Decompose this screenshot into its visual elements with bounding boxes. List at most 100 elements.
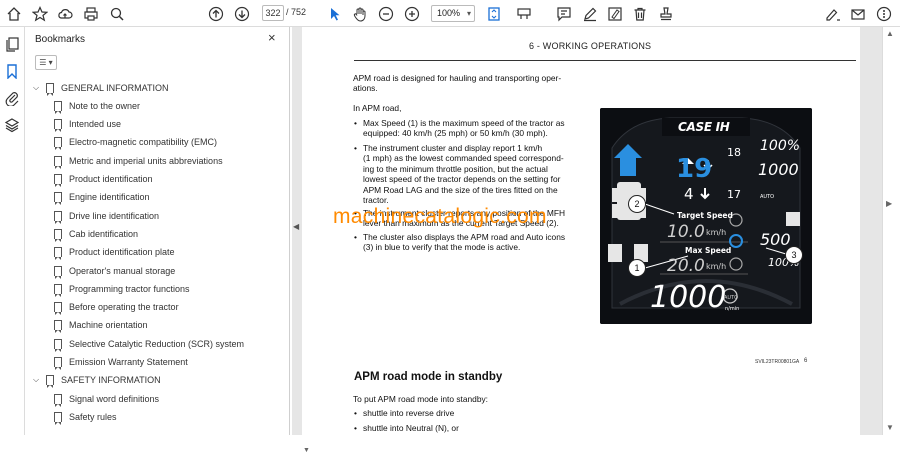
bookmark-flag-icon (54, 357, 62, 370)
bookmark-flag-icon (54, 228, 62, 242)
bookmark-flag-icon (46, 82, 54, 96)
layers-icon[interactable] (4, 117, 20, 133)
paragraph-line: tractor. (363, 195, 389, 205)
bookmark-item[interactable]: Product identification (54, 171, 153, 188)
bookmark-options-button[interactable]: ☰ ▾ (35, 55, 57, 70)
page-down-icon[interactable] (234, 4, 250, 23)
attachment-icon[interactable] (4, 90, 20, 107)
bookmark-label: Product identification plate (69, 247, 175, 258)
zoom-out-icon[interactable] (378, 4, 394, 23)
target-speed-label: Target Speed (677, 211, 733, 220)
page-fit-icon[interactable] (486, 4, 502, 23)
comment-icon[interactable] (556, 4, 572, 23)
scroll-down-arrow-icon[interactable]: ▼ (886, 423, 894, 432)
bookmark-flag-icon (54, 393, 62, 407)
toolbar: 322 / 752 100% (0, 0, 900, 27)
expand-panel-icon[interactable]: ▶ (886, 199, 892, 208)
highlight-icon[interactable] (607, 4, 623, 23)
bookmark-flag-icon (54, 174, 62, 187)
bookmark-flag-icon (54, 265, 62, 279)
bookmark-label: Safety rules (69, 411, 117, 422)
paragraph-line: lowest speed of the tractor depends on t… (363, 174, 561, 185)
bookmark-flag-icon (54, 137, 62, 151)
hand-tool-icon[interactable] (352, 4, 368, 23)
bookmark-flag-icon (54, 155, 62, 169)
page-header: 6 - WORKING OPERATIONS (529, 41, 652, 51)
bookmark-item[interactable]: ⌵ GENERAL INFORMATION (33, 79, 169, 96)
right-gear-top: 18 (727, 146, 741, 159)
bookmark-item[interactable]: Signal word definitions (54, 390, 159, 407)
gear-display-large: 19 (676, 154, 713, 184)
bookmark-item[interactable]: Emission Warranty Statement (54, 354, 188, 371)
gear-display-small: 4 (684, 185, 694, 203)
star-icon[interactable] (32, 4, 48, 23)
paragraph-line: equipped: 40 km/h (25 mph) or 50 km/h (3… (363, 128, 548, 139)
bookmark-label: Metric and imperial units abbreviations (69, 155, 223, 166)
chevron-down-icon[interactable]: ⌵ (33, 375, 43, 385)
bullet-line: shuttle into Neutral (N), or (354, 423, 459, 434)
more-options-icon[interactable] (876, 4, 892, 23)
bookmark-label: Intended use (69, 119, 122, 130)
bookmark-item[interactable]: Operator's manual storage (54, 262, 175, 279)
bullet-line: Max Speed (1) is the maximum speed of th… (354, 118, 565, 129)
print-icon[interactable] (83, 4, 99, 23)
keyboard-icon[interactable] (516, 4, 532, 23)
bookmark-flag-icon (54, 100, 62, 114)
zoom-select[interactable]: 100% (431, 5, 475, 22)
bookmark-item[interactable]: Product identification plate (54, 244, 175, 261)
bookmark-item[interactable]: Engine identification (54, 189, 150, 206)
chevron-down-icon[interactable]: ⌵ (33, 83, 43, 93)
paragraph-line: APM Road LAG and the size of the tires f… (363, 184, 558, 195)
pto-rpm-mid: 500 (760, 230, 791, 249)
bookmark-item[interactable]: Selective Catalytic Reduction (SCR) syst… (54, 335, 244, 352)
right-scrollbar[interactable]: ▲ ▶ ▼ (882, 27, 900, 435)
zoom-in-icon[interactable] (404, 4, 420, 23)
target-speed-unit: km/h (706, 228, 727, 237)
figure-number: 6 (804, 358, 808, 364)
email-icon[interactable] (850, 4, 866, 23)
bookmark-flag-icon (46, 375, 54, 389)
paragraph-line: In APM road, (353, 103, 402, 113)
bookmark-item[interactable]: Intended use (54, 116, 121, 133)
bookmark-label: Drive line identification (69, 210, 160, 221)
target-speed-value: 10.0 (667, 222, 705, 242)
bookmark-item[interactable]: Drive line identification (54, 207, 159, 224)
bookmark-item[interactable]: Programming tractor functions (54, 280, 190, 297)
bookmark-flag-icon (54, 320, 62, 334)
pen-icon[interactable] (582, 4, 598, 23)
scroll-up-arrow-icon[interactable]: ▲ (886, 29, 894, 38)
page-thumbnails-icon[interactable] (4, 36, 20, 52)
cloud-upload-icon[interactable] (57, 4, 73, 23)
zoom-search-icon[interactable] (109, 4, 125, 23)
bookmark-label: SAFETY INFORMATION (61, 375, 161, 386)
bookmark-item[interactable]: Machine orientation (54, 317, 148, 334)
bookmark-item[interactable]: ⌵ SAFETY INFORMATION (33, 372, 161, 389)
pto-percent-top: 100% (760, 138, 801, 154)
pto-rpm-top: 1000 (758, 160, 799, 179)
max-speed-value: 20.0 (667, 256, 705, 276)
bookmark-item[interactable]: Before operating the tractor (54, 299, 179, 316)
sign-icon[interactable] (825, 4, 841, 23)
bookmark-label: Operator's manual storage (69, 265, 176, 276)
bookmark-item[interactable]: Electro-magnetic compatibility (EMC) (54, 134, 217, 151)
bookmark-label: Selective Catalytic Reduction (SCR) syst… (69, 338, 245, 349)
bookmark-item[interactable]: Cab identification (54, 225, 138, 242)
stamp-icon[interactable] (658, 4, 674, 23)
close-icon[interactable]: × (268, 30, 276, 45)
bookmark-icon[interactable] (4, 63, 20, 80)
bookmark-flag-icon (54, 302, 62, 316)
page-up-icon[interactable] (208, 4, 224, 23)
select-cursor-icon[interactable] (327, 4, 343, 23)
max-speed-label: Max Speed (685, 246, 732, 255)
scroll-down-arrow-icon[interactable]: ▼ (303, 447, 310, 454)
bookmark-item[interactable]: Note to the owner (54, 97, 140, 114)
bookmark-label: Before operating the tractor (69, 302, 179, 313)
home-icon[interactable] (6, 4, 22, 23)
bookmark-item[interactable]: Safety rules (54, 408, 117, 425)
bookmark-label: Cab identification (69, 228, 139, 239)
paragraph-line: APM road is designed for hauling and tra… (353, 73, 562, 83)
collapse-panel-icon[interactable]: ◀ (293, 222, 299, 231)
trash-icon[interactable] (632, 4, 648, 23)
bookmark-item[interactable]: Metric and imperial units abbreviations (54, 152, 223, 169)
page-number-input[interactable]: 322 (262, 5, 284, 21)
